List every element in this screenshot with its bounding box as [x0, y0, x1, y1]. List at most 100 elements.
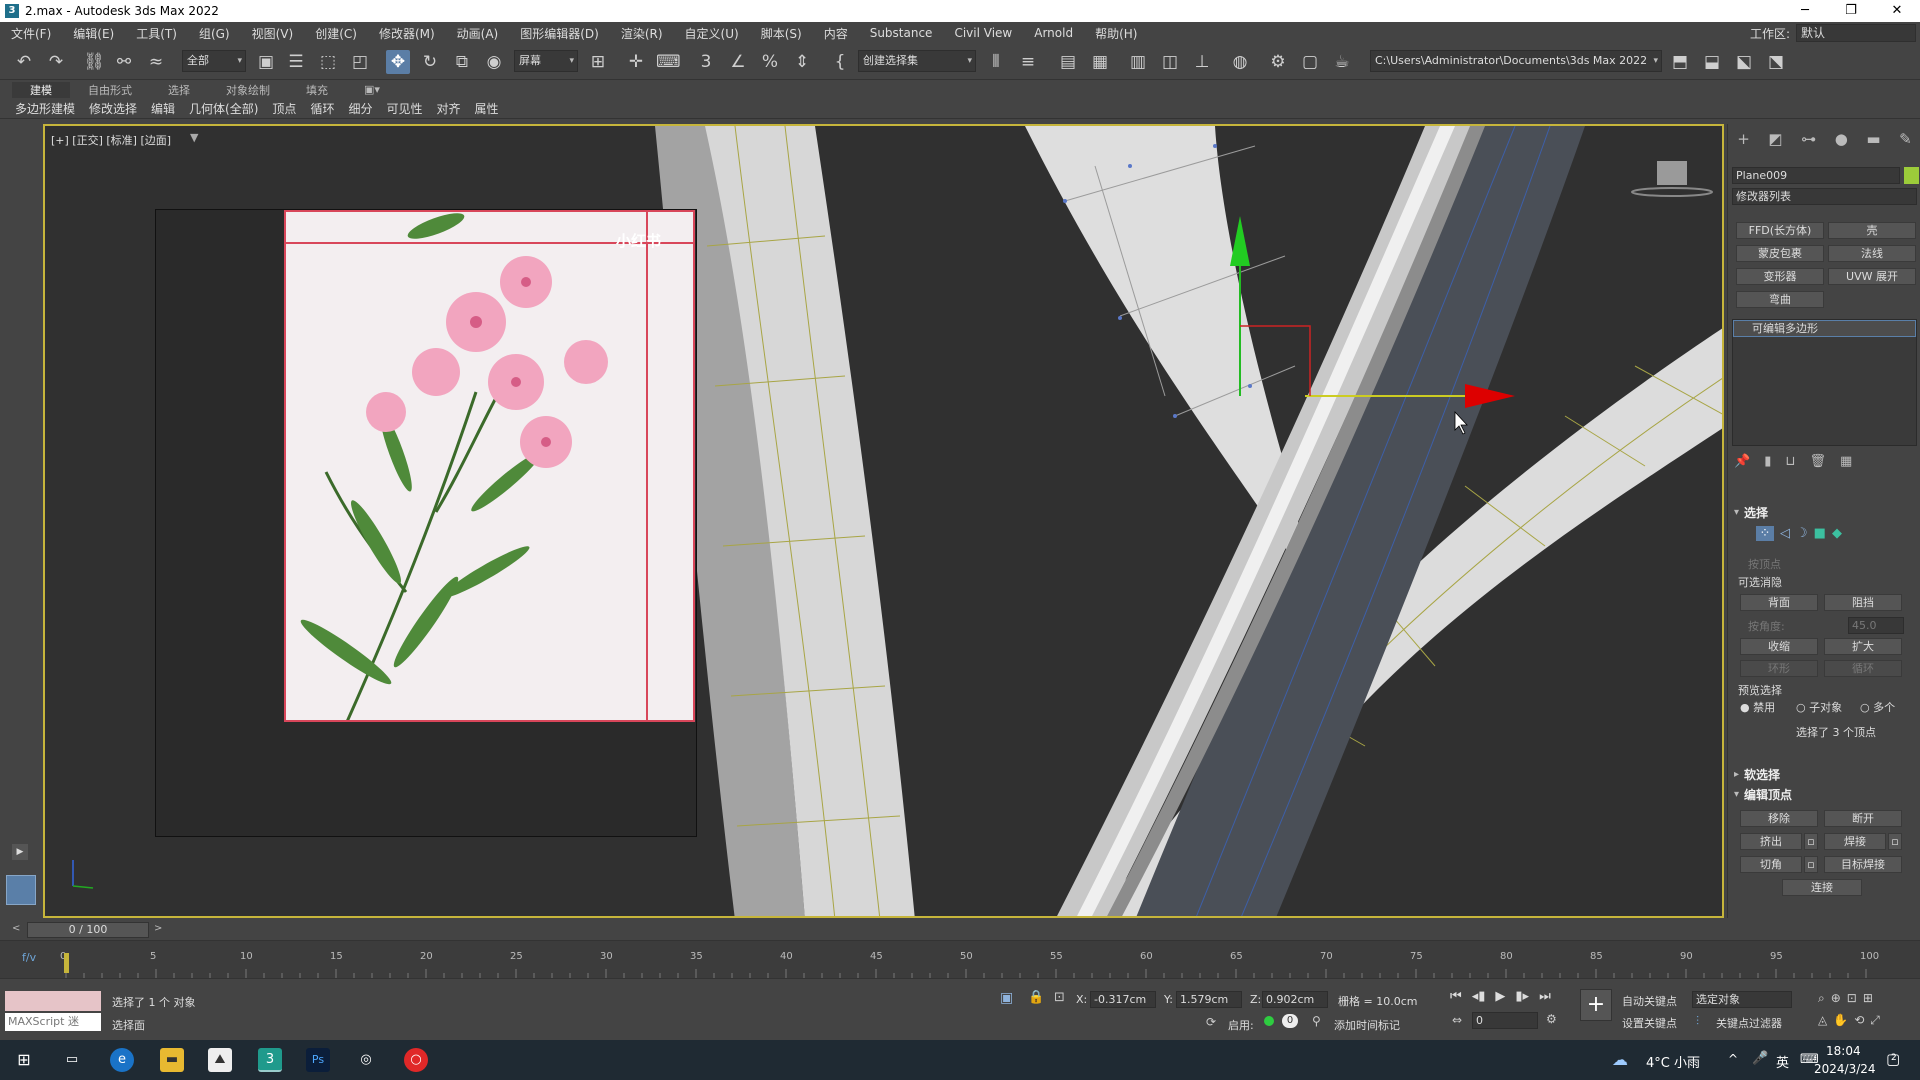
track-bar[interactable]: f/v 051015202530354045505560657075808590…	[0, 940, 1920, 979]
spinner-snap-icon[interactable]: ⇕	[790, 50, 814, 74]
time-slider[interactable]: < 0 / 100 >	[0, 920, 1920, 940]
ribbon-subdivision[interactable]: 细分	[341, 100, 379, 117]
ribbon-tab-populate[interactable]: 填充	[288, 82, 346, 98]
adaptive-degradation-icon[interactable]: ⟳	[1206, 1015, 1216, 1029]
border-mode-icon[interactable]: ☽	[1796, 526, 1808, 541]
menu-modifiers[interactable]: 修改器(M)	[368, 25, 446, 42]
modify-tab-icon[interactable]: ◩	[1768, 130, 1782, 152]
menu-content[interactable]: 内容	[813, 25, 859, 42]
file-explorer-icon[interactable]: ▬	[160, 1048, 184, 1072]
open-project-icon[interactable]: ⬕	[1732, 50, 1756, 74]
window-crossing-icon[interactable]: ◰	[348, 50, 372, 74]
ribbon-loops[interactable]: 循环	[303, 100, 341, 117]
uvw-unwrap-button[interactable]: UVW 展开	[1828, 268, 1916, 285]
weld-vertex-button[interactable]: 焊接	[1824, 833, 1886, 850]
time-slider-thumb[interactable]: 0 / 100	[27, 922, 149, 938]
project-path-dropdown[interactable]: C:\Users\Administrator\Documents\3ds Max…	[1370, 50, 1662, 72]
maximize-viewport-icon[interactable]: ⤢	[1870, 1013, 1880, 1028]
key-object-dropdown[interactable]: 选定对象	[1692, 991, 1792, 1008]
vertex-mode-icon[interactable]: ⁘	[1756, 526, 1774, 541]
menu-edit[interactable]: 编辑(E)	[62, 25, 125, 42]
backface-button[interactable]: 背面	[1740, 594, 1818, 611]
zoom-extents-all-icon[interactable]: ⊞	[1863, 991, 1873, 1006]
selection-lock-icon[interactable]: 🔒	[1028, 990, 1044, 1005]
menu-graph-editors[interactable]: 图形编辑器(D)	[509, 25, 610, 42]
set-key-button[interactable]: 设置关键点	[1622, 1015, 1677, 1031]
menu-file[interactable]: 文件(F)	[0, 25, 62, 42]
set-key-big-button[interactable]: +	[1580, 989, 1612, 1021]
ribbon-edit[interactable]: 编辑	[144, 100, 182, 117]
ribbon-options-icon[interactable]: ▣▾	[346, 83, 398, 96]
object-name-field[interactable]: Plane009	[1732, 167, 1900, 184]
ribbon-align[interactable]: 对齐	[429, 100, 467, 117]
ribbon-vertices[interactable]: 顶点	[265, 100, 303, 117]
schematic-view-icon[interactable]: ⊥	[1190, 50, 1214, 74]
snaps-toggle-icon[interactable]: 3	[694, 50, 718, 74]
reference-coord-dropdown[interactable]: 屏幕	[514, 50, 578, 72]
soft-selection-rollout-header[interactable]: 软选择	[1732, 766, 1917, 784]
key-mode-icon[interactable]: ⇔	[1452, 1013, 1462, 1027]
zoom-all-icon[interactable]: ⊕	[1831, 991, 1841, 1006]
ribbon-tab-modeling[interactable]: 建模	[12, 81, 70, 98]
skin-wrap-button[interactable]: 蒙皮包裹	[1736, 245, 1824, 262]
bind-spacewarp-icon[interactable]: ≈	[144, 50, 168, 74]
clock-time[interactable]: 18:04	[1826, 1044, 1861, 1058]
redo-icon[interactable]: ↷	[44, 50, 68, 74]
move-icon[interactable]: ✥	[386, 50, 410, 74]
align-icon[interactable]: ≡	[1016, 50, 1040, 74]
bend-button[interactable]: 弯曲	[1736, 291, 1824, 308]
place-icon[interactable]: ◉	[482, 50, 506, 74]
selection-filter-dropdown[interactable]: 全部	[182, 50, 246, 72]
clock-date[interactable]: 2024/3/24	[1814, 1062, 1876, 1076]
select-object-icon[interactable]: ▣	[254, 50, 278, 74]
render-icon[interactable]: ☕	[1330, 50, 1354, 74]
unlink-icon[interactable]: ⚯	[112, 50, 136, 74]
photos-app-icon[interactable]: ⛰	[208, 1048, 232, 1072]
break-vertex-button[interactable]: 断开	[1824, 810, 1902, 827]
menu-animation[interactable]: 动画(A)	[446, 25, 510, 42]
configure-sets-icon[interactable]: ▦	[1840, 454, 1852, 472]
menu-customize[interactable]: 自定义(U)	[674, 25, 750, 42]
preview-disable-radio[interactable]: ● 禁用	[1740, 699, 1775, 715]
morpher-button[interactable]: 变形器	[1736, 268, 1824, 285]
absolute-mode-icon[interactable]: ⊡	[1054, 990, 1065, 1005]
make-unique-icon[interactable]: ⊔	[1785, 454, 1795, 472]
close-button[interactable]: ✕	[1874, 0, 1920, 22]
chamfer-settings-icon[interactable]: ▫	[1804, 856, 1818, 873]
timeline-ruler[interactable]: 0510152025303540455055606570758085909510…	[60, 941, 1879, 979]
edit-vertices-rollout-header[interactable]: 编辑顶点	[1732, 786, 1917, 804]
menu-create[interactable]: 创建(C)	[304, 25, 368, 42]
material-editor-icon[interactable]: ◍	[1228, 50, 1252, 74]
menu-help[interactable]: 帮助(H)	[1084, 25, 1148, 42]
ffd-box-button[interactable]: FFD(长方体)	[1736, 222, 1824, 239]
coord-y-field[interactable]: 1.579cm	[1176, 991, 1242, 1008]
time-config-icon[interactable]: ⚙	[1546, 1012, 1557, 1026]
weather-text[interactable]: 4°C 小雨	[1646, 1052, 1700, 1071]
grow-button[interactable]: 扩大	[1824, 638, 1902, 655]
weld-settings-icon[interactable]: ▫	[1888, 833, 1902, 850]
camera-app-icon[interactable]: ◎	[354, 1048, 378, 1072]
expand-arrow-icon[interactable]: ▶	[12, 844, 28, 860]
select-manipulate-icon[interactable]: ✛	[624, 50, 648, 74]
selection-rollout-header[interactable]: 选择	[1732, 504, 1917, 522]
menu-substance[interactable]: Substance	[859, 26, 944, 40]
isolate-selection-icon[interactable]: ▣	[1000, 990, 1013, 1006]
polygon-mode-icon[interactable]: ■	[1814, 526, 1826, 541]
chamfer-vertex-button[interactable]: 切角	[1740, 856, 1802, 873]
key-filters-icon[interactable]: ⫶	[1696, 1014, 1699, 1029]
extrude-settings-icon[interactable]: ▫	[1804, 833, 1818, 850]
goto-start-icon[interactable]: ⏮	[1450, 989, 1462, 1004]
normal-button[interactable]: 法线	[1828, 245, 1916, 262]
extrude-vertex-button[interactable]: 挤出	[1740, 833, 1802, 850]
object-color-swatch[interactable]	[1904, 167, 1919, 184]
preview-subobject-radio[interactable]: ○ 子对象	[1796, 699, 1842, 715]
viewport-label[interactable]: [+] [正交] [标准] [边面]	[51, 132, 171, 148]
current-frame-marker[interactable]	[64, 953, 69, 973]
loop-button[interactable]: 循环	[1824, 660, 1902, 677]
rendered-frame-icon[interactable]: ▢	[1298, 50, 1322, 74]
perspective-viewport[interactable]: 小红书 [+] [正交] [标准] [边面] ▼	[43, 124, 1724, 918]
select-by-name-icon[interactable]: ☰	[284, 50, 308, 74]
photoshop-icon[interactable]: Ps	[306, 1048, 330, 1072]
viewport-layout-icon[interactable]	[6, 875, 36, 905]
show-end-result-icon[interactable]: ▮	[1764, 454, 1771, 472]
